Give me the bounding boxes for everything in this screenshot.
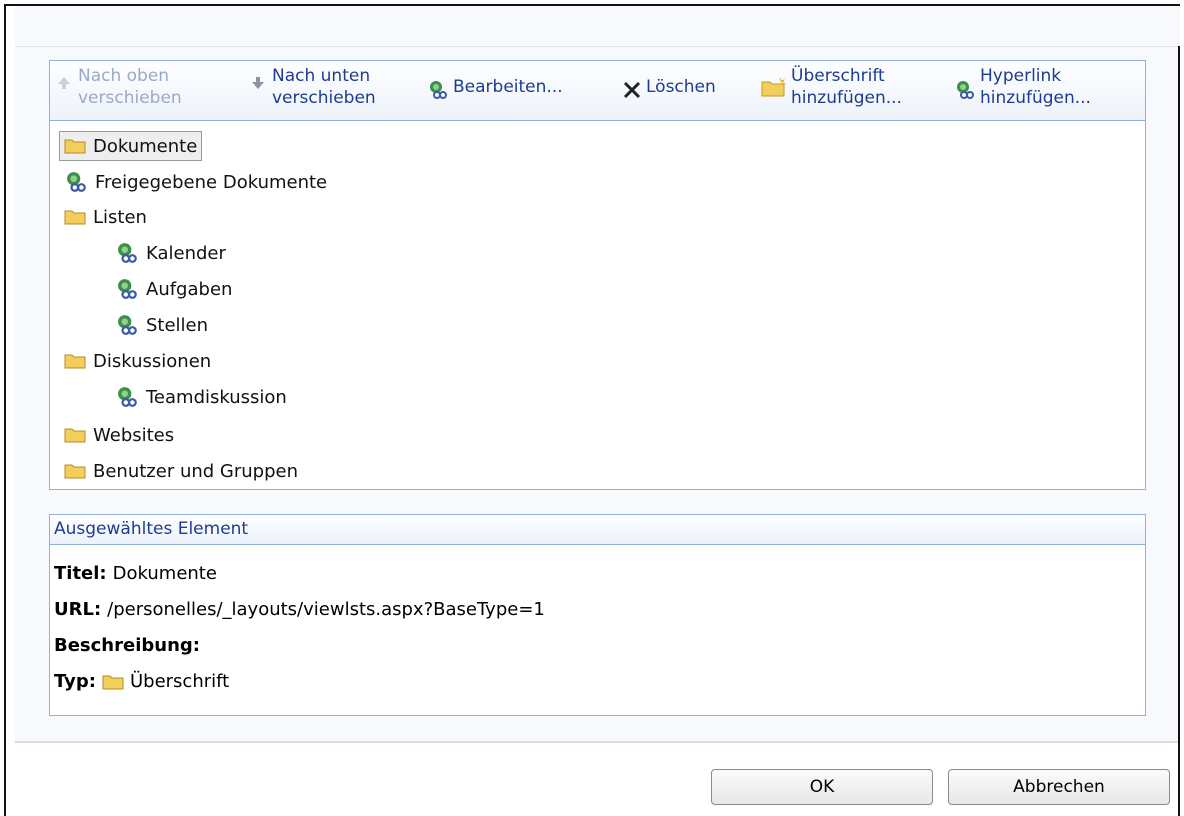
arrow-up-icon <box>54 73 74 93</box>
tree-heading-diskussionen[interactable]: Diskussionen <box>64 347 211 375</box>
selected-element-panel: Ausgewähltes Element Titel: Dokumente UR… <box>49 514 1146 716</box>
add-link-icon <box>956 80 976 100</box>
add-heading-label-line2: hinzufügen... <box>791 88 902 108</box>
add-heading-label-line1: Überschrift <box>791 66 885 86</box>
detail-type-value: Überschrift <box>129 671 230 692</box>
delete-button[interactable]: Löschen <box>622 65 716 100</box>
tree-link-teamdiskussion[interactable]: Teamdiskussion <box>117 383 287 411</box>
detail-description-row: Beschreibung: <box>54 635 206 656</box>
move-down-label-line1: Nach unten <box>272 66 371 86</box>
tree-node-label: Kalender <box>146 242 226 264</box>
tree-link-kalender[interactable]: Kalender <box>117 239 226 267</box>
move-up-label-line2: verschieben <box>78 88 182 108</box>
link-icon <box>118 387 137 407</box>
detail-title-label: Titel: <box>54 563 107 584</box>
tree-heading-dokumente[interactable]: Dokumente <box>59 131 203 161</box>
tree-link-aufgaben[interactable]: Aufgaben <box>117 275 232 303</box>
add-link-button[interactable]: Hyperlink hinzufügen... <box>956 65 1091 109</box>
tree-node-label: Benutzer und Gruppen <box>93 460 298 482</box>
move-up-button[interactable]: Nach oben verschieben <box>54 65 182 109</box>
ok-button[interactable]: OK <box>711 769 933 805</box>
folder-icon <box>64 464 86 479</box>
arrow-down-icon <box>248 73 268 93</box>
link-icon <box>118 315 137 335</box>
tree-node-label: Stellen <box>146 314 209 336</box>
tree-node-label: Aufgaben <box>146 278 233 300</box>
tree-heading-listen[interactable]: Listen <box>64 203 147 231</box>
tree-node-label: Websites <box>93 424 175 446</box>
edit-button[interactable]: Bearbeiten... <box>429 65 563 100</box>
detail-url-value: /personelles/_layouts/viewlsts.aspx?Base… <box>107 599 545 620</box>
toolbar: Nach oben verschieben Nach unten verschi… <box>50 61 1145 121</box>
tree-link-stellen[interactable]: Stellen <box>117 311 208 339</box>
edit-link-icon <box>429 80 449 100</box>
edit-label: Bearbeiten... <box>453 77 563 97</box>
tree-link-freigegebene-dokumente[interactable]: Freigegebene Dokumente <box>66 168 327 196</box>
detail-description-label: Beschreibung: <box>54 635 200 656</box>
selected-element-header: Ausgewähltes Element <box>50 515 1145 545</box>
link-icon <box>67 172 86 192</box>
link-icon <box>118 279 137 299</box>
move-down-label-line2: verschieben <box>272 88 376 108</box>
detail-title-value: Dokumente <box>112 563 217 584</box>
tree-node-label: Dokumente <box>93 135 198 157</box>
add-heading-button[interactable]: Überschrift hinzufügen... <box>761 65 902 109</box>
tree-node-label: Listen <box>93 206 147 228</box>
add-link-label-line1: Hyperlink <box>980 66 1062 86</box>
delete-x-icon <box>622 80 642 100</box>
divider <box>15 741 1178 743</box>
link-icon <box>118 243 137 263</box>
tree-node-label: Teamdiskussion <box>146 386 287 408</box>
tree-node-label: Diskussionen <box>93 350 212 372</box>
detail-title-row: Titel: Dokumente <box>54 563 217 584</box>
detail-url-label: URL: <box>54 599 102 620</box>
folder-icon <box>102 675 124 689</box>
dialog-top-band <box>15 6 1180 46</box>
tree-heading-benutzer-und-gruppen[interactable]: Benutzer und Gruppen <box>64 457 298 485</box>
tree-node-label: Freigegebene Dokumente <box>95 171 328 193</box>
detail-type-label: Typ: <box>54 671 96 692</box>
folder-icon <box>64 139 86 154</box>
folder-icon <box>64 428 86 443</box>
cancel-button[interactable]: Abbrechen <box>948 769 1170 805</box>
folder-icon <box>64 210 86 225</box>
new-folder-icon <box>761 77 787 97</box>
add-link-label-line2: hinzufügen... <box>980 88 1091 108</box>
detail-url-row: URL: /personelles/_layouts/viewlsts.aspx… <box>54 599 545 620</box>
move-down-button[interactable]: Nach unten verschieben <box>248 65 376 109</box>
move-up-label-line1: Nach oben <box>78 66 170 86</box>
delete-label: Löschen <box>646 77 716 97</box>
folder-icon <box>64 354 86 369</box>
tree-heading-websites[interactable]: Websites <box>64 421 174 449</box>
detail-type-row: Typ: Überschrift <box>54 671 229 692</box>
